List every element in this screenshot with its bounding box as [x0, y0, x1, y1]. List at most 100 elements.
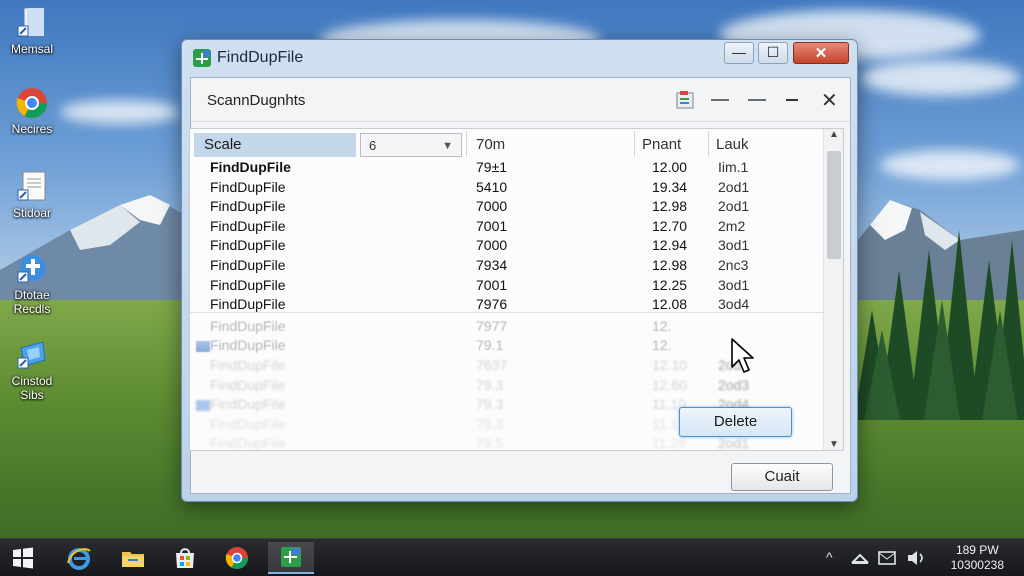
- cell-name: FindDupFile: [210, 159, 291, 175]
- cell-tag: 2m2: [718, 217, 746, 234]
- cell-value: 12.00: [652, 159, 688, 175]
- cell-name: FindDupFile: [210, 396, 286, 413]
- table-row[interactable]: FindDupFile 7001 12.25 3od1: [190, 277, 826, 297]
- start-button[interactable]: [0, 542, 46, 574]
- toolbar-title: ScannDugnhts: [207, 92, 306, 109]
- desktop-icon-label: Memsal: [10, 42, 53, 56]
- table-row[interactable]: FindDupFile 7934 12.98 2nc3: [190, 257, 826, 277]
- cell-name: FindDupFile: [210, 317, 286, 334]
- scale-select[interactable]: 6 ▼: [360, 133, 462, 157]
- toolbar-minimize-icon[interactable]: [786, 99, 798, 101]
- taskbar-chrome[interactable]: [214, 542, 260, 574]
- taskbar-store[interactable]: [162, 542, 208, 574]
- cell-value: 11.28: [652, 435, 686, 451]
- globe-cross-icon: [15, 252, 49, 286]
- vertical-scrollbar[interactable]: ▲ ▼: [823, 129, 843, 450]
- row-divider: [190, 312, 826, 313]
- file-explorer-icon: [122, 552, 144, 567]
- toolbar-separator: [748, 99, 766, 101]
- document-shortcut-icon: [15, 6, 49, 40]
- cell-tag: 2od1: [718, 178, 750, 195]
- text-file-shortcut-icon: [15, 170, 49, 204]
- cell-size: 7001: [476, 217, 508, 234]
- close-button[interactable]: ✕: [793, 42, 849, 64]
- cell-value: 12.25: [652, 276, 688, 293]
- cell-value: 12.60: [652, 376, 688, 393]
- table-row[interactable]: FindDupFile 79.5 11.28 2od1: [190, 435, 826, 451]
- table-row[interactable]: FindDupFile 7977 12.: [190, 318, 826, 338]
- tray-volume-icon[interactable]: [906, 549, 926, 567]
- cell-size: 79.3: [476, 376, 504, 393]
- table-row[interactable]: FindDupFile 79±1 12.00 Iim.1: [190, 159, 826, 179]
- taskbar-finddupfile[interactable]: [268, 542, 314, 574]
- column-header-pnant[interactable]: Pnant: [642, 133, 681, 157]
- window-title: FindDupFile: [217, 49, 304, 66]
- cell-tag: 3od1: [718, 276, 750, 293]
- cell-value: 12.10: [652, 357, 688, 373]
- cell-size: 79.3: [476, 415, 504, 432]
- table-row[interactable]: FindDupFile 79.3 12.60 2od3: [190, 377, 826, 397]
- taskbar: ^ 189 PW 10300238: [0, 538, 1024, 576]
- table-row[interactable]: FindDupFile 5410 19.34 2od1: [190, 179, 826, 199]
- windows-start-icon: [13, 547, 33, 569]
- desktop-icon-necires[interactable]: Necires: [0, 86, 64, 136]
- quit-button[interactable]: Cuait: [731, 463, 833, 491]
- taskbar-internet-explorer[interactable]: [56, 542, 102, 574]
- desktop-icon-dtotae-recdls[interactable]: Dtotae Recdls: [0, 252, 64, 316]
- table-row[interactable]: FindDupFile 7000 12.98 2od1: [190, 198, 826, 218]
- store-icon: [176, 548, 194, 568]
- toolbar-close-icon[interactable]: ✕: [821, 88, 838, 113]
- duplicate-file-list: Scale 6 ▼ 70m Pnant Lauk FindDupFile 79±1…: [189, 128, 844, 451]
- table-row[interactable]: FindDupFile 7001 12.70 2m2: [190, 218, 826, 238]
- cell-value: 12.08: [652, 296, 688, 313]
- clock-date: 10300238: [950, 558, 1004, 572]
- scrollbar-thumb[interactable]: [827, 151, 841, 259]
- desktop-icon-label: Dtotae Recdls: [13, 288, 51, 316]
- cell-size: 79.1: [476, 337, 504, 354]
- tray-overflow-icon[interactable]: ^: [826, 549, 833, 565]
- column-header-scale[interactable]: Scale: [194, 133, 356, 157]
- desktop-icon-label: Stidoar: [12, 206, 52, 220]
- file-row-icon: [196, 400, 210, 412]
- cell-name: FindDupFile: [210, 296, 286, 313]
- tray-network-icon[interactable]: [850, 551, 870, 565]
- delete-button[interactable]: Delete: [679, 407, 792, 437]
- desktop-icon-label: Necires: [11, 122, 53, 136]
- taskbar-file-explorer[interactable]: [110, 542, 156, 574]
- cell-size: 7977: [476, 317, 508, 334]
- cell-name: FindDupFile: [210, 415, 286, 432]
- scale-select-value: 6: [369, 138, 377, 153]
- cell-size: 7976: [476, 296, 508, 313]
- cell-value: 12.98: [652, 257, 688, 273]
- scan-report-icon[interactable]: [675, 90, 697, 110]
- maximize-button[interactable]: ☐: [758, 42, 788, 64]
- cell-name: FindDupFile: [210, 337, 286, 354]
- chrome-icon: [225, 547, 248, 569]
- window-titlebar[interactable]: FindDupFile — ☐ ✕: [182, 40, 857, 76]
- cell-name: FindDupFile: [210, 237, 286, 254]
- cell-size: 79±1: [476, 159, 508, 175]
- taskbar-clock[interactable]: 189 PW 10300238: [951, 543, 1004, 573]
- desktop-icon-cinstod-sibs[interactable]: Cinstod Sibs: [0, 338, 64, 402]
- desktop-icon-memsal[interactable]: Memsal: [0, 6, 64, 56]
- table-row[interactable]: FindDupFile 7000 12.94 3od1: [190, 237, 826, 257]
- desktop-icon-stidoar[interactable]: Stidoar: [0, 170, 64, 220]
- minimize-button[interactable]: —: [724, 42, 754, 64]
- cell-value: 12.70: [652, 217, 688, 234]
- column-header-size[interactable]: 70m: [476, 133, 505, 157]
- column-header-lauk[interactable]: Lauk: [716, 133, 749, 157]
- cell-tag: Iim.1: [718, 159, 749, 175]
- cell-name: FindDupFile: [210, 276, 286, 293]
- toolbar-separator: [711, 99, 729, 101]
- tray-message-icon[interactable]: [878, 550, 898, 566]
- cell-value: 12.98: [652, 198, 688, 215]
- cell-tag: 3od4: [718, 296, 750, 313]
- cell-value: 12.: [652, 317, 672, 334]
- cell-size: 79.5: [476, 435, 504, 451]
- scroll-up-icon[interactable]: ▲: [824, 129, 843, 140]
- file-row-icon: [196, 341, 210, 353]
- close-icon: ✕: [814, 45, 828, 62]
- scroll-down-icon[interactable]: ▼: [824, 439, 843, 450]
- cell-size: 5410: [476, 178, 508, 195]
- network-shortcut-icon: [15, 338, 49, 372]
